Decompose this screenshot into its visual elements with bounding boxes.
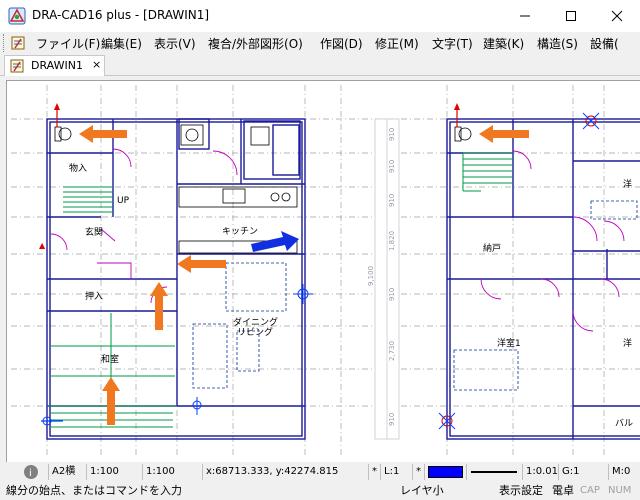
drawing-icon [10,59,24,73]
app-icon[interactable] [8,7,26,25]
minimize-button[interactable] [502,0,548,32]
layer-small-button[interactable]: レイヤ小 [400,483,444,499]
menu-bar: ファイル(F) 編集(E) 表示(V) 複合/外部図形(O) 作図(D) 修正(… [0,32,640,54]
display-settings-button[interactable]: 表示設定 [499,483,543,499]
menu-view[interactable]: 表示(V) [154,35,196,52]
room-dining: ダイニング [233,316,278,328]
group-indicator[interactable]: G:1 [558,464,608,480]
document-icon[interactable] [10,35,26,51]
info-icon: i [24,465,38,479]
drawing-canvas[interactable]: ▲ 物入 UP 玄関 キッチン 押入 ダイニング リビング 和室 9,100 9… [6,80,640,462]
menu-equipment[interactable]: 設備( [590,35,619,52]
room-closet: 押入 [85,290,103,302]
info-button[interactable]: i [20,464,46,480]
line-ratio[interactable]: 1:0.01 [522,464,558,480]
maximize-button[interactable] [548,0,594,32]
dimension-seg-5: 910 [388,288,396,301]
scale-secondary[interactable]: 1:100 [142,464,202,480]
room-youshitsu-a: 洋 [623,178,632,190]
room-up: UP [117,196,130,206]
dimension-seg-4: 1,820 [388,231,396,251]
maximize-icon [566,11,576,21]
room-youshitsu1: 洋室1 [497,337,521,349]
room-entrance: 玄関 [85,226,103,238]
right-plan-doors [480,150,625,332]
command-prompt: 線分の始点、またはコマンドを入力 [6,484,182,497]
canvas-frame: ▲ 物入 UP 玄関 キッチン 押入 ダイニング リビング 和室 9,100 9… [0,76,640,462]
app-window: DRA-CAD16 plus - [DRAWIN1] ファイル(F) 編集(E)… [0,0,640,500]
paper-size[interactable]: A2横 [48,464,86,480]
grid-lines [11,85,640,456]
dimension-seg-3: 910 [388,194,396,207]
left-plan-blue-arrow [251,231,299,252]
menu-grip[interactable] [3,34,6,52]
room-storage: 物入 [69,162,87,174]
caps-lock-indicator: CAP [580,485,600,496]
scale-primary[interactable]: 1:100 [86,464,142,480]
close-icon [611,10,623,22]
current-color-swatch[interactable] [424,464,466,480]
right-plan-arrows [479,125,529,143]
num-lock-indicator: NUM [608,485,632,496]
status-bar-top: i A2横 1:100 1:100 x:68713.333, y:42274.8… [0,462,640,482]
svg-text:▲: ▲ [39,241,46,250]
right-plan-stairs [462,152,513,192]
left-plan-markers: ▲ [39,103,313,426]
window-title: DRA-CAD16 plus - [DRAWIN1] [32,8,210,22]
room-balcony: バル [615,418,633,429]
status-bar-bottom: 線分の始点、またはコマンドを入力 レイヤ小 表示設定 電卓 CAP NUM [0,482,640,500]
tab-drawin1[interactable]: DRAWIN1 × [4,55,105,76]
menu-edit[interactable]: 編集(E) [101,35,142,52]
line-type-sample [471,471,517,473]
title-bar: DRA-CAD16 plus - [DRAWIN1] [0,0,640,32]
dimension-seg-6: 2,730 [388,341,396,361]
calculator-button[interactable]: 電卓 [552,483,574,499]
color-star: * [412,464,424,480]
svg-text:i: i [29,468,32,479]
dimension-seg-7: 910 [388,413,396,426]
menu-architecture[interactable]: 建築(K) [483,35,524,52]
room-kitchen: キッチン [222,226,258,237]
dimension-seg-2: 910 [388,160,396,173]
room-washitsu: 和室 [101,353,119,365]
layer-star: * [368,464,380,480]
close-button[interactable] [594,0,640,32]
cursor-coordinates: x:68713.333, y:42274.815 [202,464,368,480]
room-living: リビング [237,326,273,338]
document-tab-bar: DRAWIN1 × [0,54,640,76]
tab-label: DRAWIN1 [31,59,83,72]
menu-text[interactable]: 文字(T) [432,35,473,52]
menu-modify[interactable]: 修正(M) [375,35,419,52]
dimension-column: 9,100 910 910 910 1,820 910 2,730 910 [367,118,400,440]
menu-file[interactable]: ファイル(F) [36,35,100,52]
tab-close-button[interactable]: × [92,58,101,71]
menu-compound[interactable]: 複合/外部図形(O) [208,35,303,52]
menu-draw[interactable]: 作図(D) [320,35,363,52]
right-plan-toilet [454,126,472,142]
minimize-icon [520,15,530,17]
layer-indicator[interactable]: L:1 [380,464,412,480]
menu-structure[interactable]: 構造(S) [537,35,578,52]
dimension-seg-1: 910 [388,128,396,141]
dimension-total: 9,100 [367,266,375,286]
room-youshitsu-b: 洋 [623,337,632,349]
right-plan-furniture [453,200,638,391]
room-nando: 納戸 [483,242,501,254]
floor-plan-drawing: ▲ 物入 UP 玄関 キッチン 押入 ダイニング リビング 和室 9,100 9… [11,85,640,456]
line-type[interactable] [466,464,522,480]
mode-indicator[interactable]: M:0 [608,464,640,480]
color-swatch [428,466,463,478]
